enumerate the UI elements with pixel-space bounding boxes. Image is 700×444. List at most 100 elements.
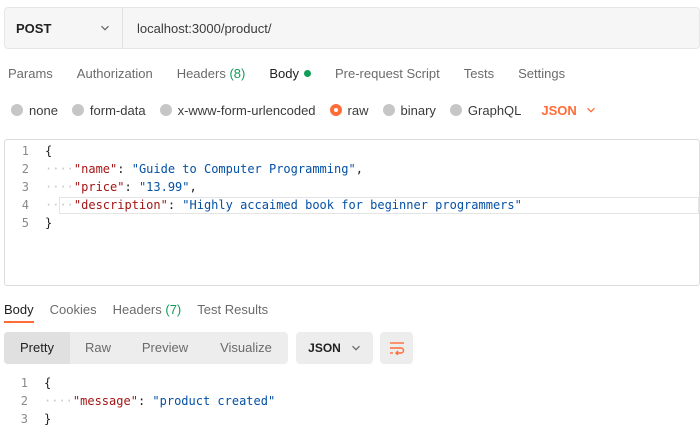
radio-raw-label: raw	[347, 102, 369, 118]
indent-guide: ····	[45, 162, 74, 176]
radio-none-label: none	[29, 102, 58, 118]
line-number: 4	[21, 198, 29, 212]
url-input[interactable]: localhost:3000/product/	[123, 8, 699, 48]
response-format-selector[interactable]: JSON	[296, 332, 373, 364]
response-format-label: JSON	[308, 341, 341, 355]
tab-test-results[interactable]: Test Results	[197, 298, 268, 322]
close-brace: }	[45, 216, 53, 230]
tab-pre-request-script[interactable]: Pre-request Script	[335, 62, 440, 86]
radio-icon	[449, 104, 462, 116]
wrap-lines-icon	[389, 342, 404, 355]
radio-binary-label: binary	[400, 102, 436, 118]
radio-icon	[159, 104, 172, 116]
json-key: "price"	[73, 180, 125, 194]
tab-response-headers[interactable]: Headers (7)	[113, 298, 182, 322]
view-raw[interactable]: Raw	[70, 332, 126, 364]
tab-headers-count: (8)	[229, 66, 246, 81]
body-language-label: JSON	[541, 102, 577, 118]
method-label: POST	[16, 20, 52, 36]
chevron-down-icon	[101, 25, 109, 31]
body-language-selector[interactable]: JSON	[541, 103, 595, 118]
tab-headers-label: Headers	[176, 66, 226, 81]
code-line: 3 }	[4, 410, 700, 428]
tab-settings[interactable]: Settings	[518, 62, 565, 86]
tab-cookies[interactable]: Cookies	[50, 298, 97, 322]
code-line: 2 ····"name": "Guide to Computer Program…	[5, 160, 699, 178]
wrap-lines-button[interactable]	[380, 332, 413, 364]
line-number: 3	[21, 180, 29, 194]
view-mode-selector: Pretty Raw Preview Visualize	[4, 332, 288, 364]
json-key: "name"	[73, 162, 118, 176]
code-text: }	[45, 214, 52, 232]
line-number: 2	[21, 162, 29, 176]
radio-raw[interactable]: raw	[329, 102, 369, 118]
response-body-viewer[interactable]: 1 { 2 ····"message": "product created" 3…	[4, 374, 700, 434]
json-value: "Highly accaimed book for beginner progr…	[182, 198, 522, 212]
line-number: 2	[20, 394, 28, 408]
json-value: "product created"	[152, 394, 276, 408]
code-line: 4 ····"description": "Highly accaimed bo…	[5, 196, 699, 214]
line-number: 1	[20, 376, 28, 390]
json-key: "description"	[73, 198, 168, 212]
tab-body-label: Body	[269, 66, 299, 81]
code-text: {	[44, 374, 51, 392]
radio-urlencoded-label: x-www-form-urlencoded	[177, 102, 316, 118]
line-number: 1	[21, 144, 29, 158]
chevron-down-icon	[586, 107, 595, 113]
code-text: ····"name": "Guide to Computer Programmi…	[45, 162, 363, 176]
code-text: {	[45, 142, 52, 160]
code-text: ····"description": "Highly accaimed book…	[45, 198, 522, 212]
body-type-options: none form-data x-www-form-urlencoded raw…	[11, 100, 596, 120]
json-value: "Guide to Computer Programming"	[131, 162, 356, 176]
radio-icon	[71, 104, 84, 116]
radio-form-data[interactable]: form-data	[71, 102, 146, 118]
json-key: "message"	[72, 394, 138, 408]
dot-indicator-icon	[303, 70, 311, 77]
radio-none[interactable]: none	[11, 103, 58, 118]
code-line: 2 ····"message": "product created"	[4, 392, 700, 410]
tab-response-body[interactable]: Body	[4, 298, 34, 322]
line-number: 5	[21, 216, 29, 230]
code-line: 1 {	[5, 142, 699, 160]
radio-selected-icon	[329, 104, 342, 116]
code-text: }	[44, 410, 51, 428]
response-tabs: Body Cookies Headers (7) Test Results	[4, 298, 284, 322]
line-number: 3	[20, 412, 28, 426]
view-pretty[interactable]: Pretty	[4, 332, 70, 364]
radio-icon	[11, 104, 23, 116]
method-selector[interactable]: POST	[5, 8, 123, 48]
view-preview[interactable]: Preview	[126, 332, 204, 364]
radio-x-www-form-urlencoded[interactable]: x-www-form-urlencoded	[159, 102, 316, 118]
open-brace: {	[44, 376, 52, 390]
tab-body[interactable]: Body	[269, 62, 311, 86]
code-line: 5 }	[5, 214, 699, 232]
tab-headers[interactable]: Headers (8)	[177, 62, 246, 86]
code-line: 3 ····"price": "13.99",	[5, 178, 699, 196]
tab-authorization[interactable]: Authorization	[77, 62, 153, 86]
active-tab-underline	[4, 321, 34, 323]
indent-guide: ····	[45, 198, 74, 212]
radio-icon	[382, 104, 395, 116]
chevron-down-icon	[351, 345, 360, 351]
json-trail: ,	[355, 162, 363, 176]
close-brace: }	[44, 412, 52, 426]
indent-guide: ····	[45, 180, 74, 194]
request-body-editor[interactable]: 1 { 2 ····"name": "Guide to Computer Pro…	[4, 139, 700, 286]
request-bar: POST localhost:3000/product/	[4, 7, 700, 49]
radio-binary[interactable]: binary	[382, 102, 436, 118]
code-text: ····"message": "product created"	[44, 394, 276, 408]
json-value: "13.99"	[138, 180, 190, 194]
tab-params[interactable]: Params	[8, 62, 53, 86]
request-tabs: Params Authorization Headers (8) Body Pr…	[8, 62, 589, 86]
radio-graphql-label: GraphQL	[467, 102, 522, 118]
tab-response-headers-count: (7)	[165, 302, 182, 317]
indent-guide: ····	[44, 394, 73, 408]
radio-form-data-label: form-data	[89, 102, 146, 118]
view-visualize[interactable]: Visualize	[204, 332, 288, 364]
tab-tests[interactable]: Tests	[464, 62, 494, 86]
tab-response-headers-label: Headers	[112, 302, 162, 317]
radio-graphql[interactable]: GraphQL	[449, 102, 522, 118]
code-text: ····"price": "13.99",	[45, 180, 197, 194]
json-trail: ,	[189, 180, 197, 194]
code-line: 1 {	[4, 374, 700, 392]
